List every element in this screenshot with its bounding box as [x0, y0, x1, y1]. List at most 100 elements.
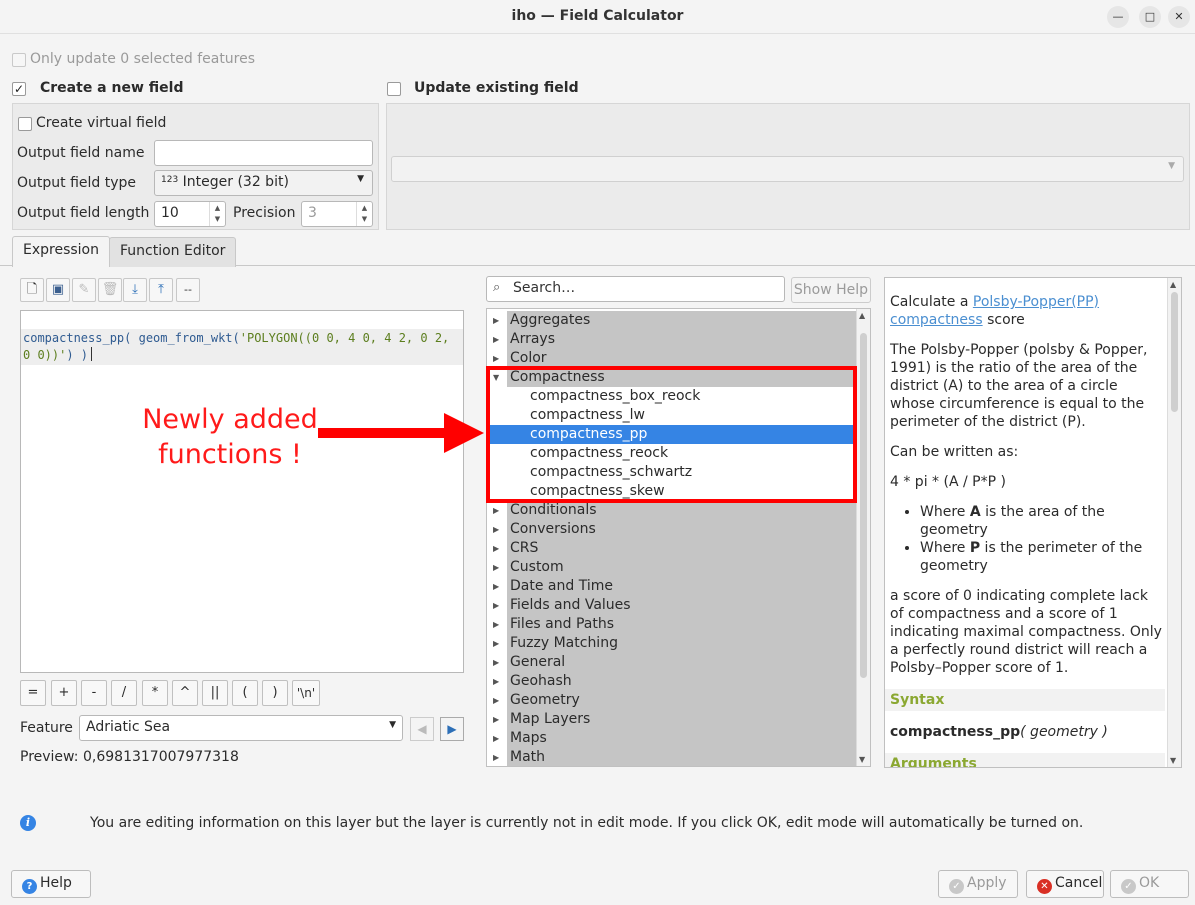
- tree-group-item[interactable]: ▶ Files and Paths: [487, 615, 857, 634]
- tab-expression[interactable]: Expression: [12, 236, 110, 267]
- tree-group-item[interactable]: ▶ Aggregates: [487, 311, 857, 330]
- help-syntax-heading: Syntax: [885, 689, 1165, 711]
- tree-group-item[interactable]: ▶ Custom: [487, 558, 857, 577]
- output-name-input[interactable]: [154, 140, 373, 166]
- operator-minus-button[interactable]: -: [81, 680, 107, 706]
- output-type-select[interactable]: 123 Integer (32 bit) ▼: [154, 170, 373, 196]
- tree-item-label: Custom: [510, 559, 564, 575]
- existing-field-select[interactable]: ▼: [391, 156, 1184, 182]
- close-icon[interactable]: ✕: [1168, 6, 1190, 28]
- tree-group-item[interactable]: ▶ Conversions: [487, 520, 857, 539]
- save-icon[interactable]: ▣: [46, 278, 70, 302]
- show-help-button[interactable]: Show Help: [791, 277, 871, 303]
- collapsed-arrow-icon[interactable]: ▶: [493, 691, 499, 710]
- expression-editor[interactable]: compactness_pp( geom_from_wkt('POLYGON((…: [20, 310, 464, 673]
- tree-group-item[interactable]: ▶ Geometry: [487, 691, 857, 710]
- tree-group-item[interactable]: ▶ Arrays: [487, 330, 857, 349]
- window-title: iho — Field Calculator: [511, 8, 684, 24]
- help-scrollbar[interactable]: ▲ ▼: [1167, 278, 1181, 767]
- output-type-label: Output field type: [17, 175, 137, 191]
- collapsed-arrow-icon[interactable]: ▶: [493, 729, 499, 748]
- previous-feature-icon[interactable]: ◀: [410, 717, 434, 741]
- output-name-label: Output field name: [17, 145, 145, 161]
- tree-group-item[interactable]: ▶ Math: [487, 748, 857, 766]
- create-new-field-checkbox[interactable]: ✓: [12, 82, 26, 96]
- tree-group-item[interactable]: ▶ Geohash: [487, 672, 857, 691]
- operator-open-paren-button[interactable]: (: [232, 680, 258, 706]
- collapsed-arrow-icon[interactable]: ▶: [493, 311, 499, 330]
- operator-plus-button[interactable]: +: [51, 680, 77, 706]
- collapsed-arrow-icon[interactable]: ▶: [493, 558, 499, 577]
- cancel-button[interactable]: ✕ Cancel: [1026, 870, 1104, 898]
- precision-value: 3: [308, 205, 317, 221]
- output-length-label: Output field length: [17, 205, 150, 221]
- help-syntax: compactness_pp( geometry ): [890, 724, 1108, 740]
- help-intro-post: score: [982, 312, 1025, 328]
- create-virtual-checkbox[interactable]: [18, 117, 32, 131]
- create-new-field-label: Create a new field: [40, 80, 184, 96]
- minimize-icon[interactable]: —: [1107, 6, 1129, 28]
- spin-arrows-icon[interactable]: ▲ ▼: [356, 202, 372, 226]
- tree-item-label: Arrays: [510, 331, 556, 347]
- operator-divide-button[interactable]: /: [111, 680, 137, 706]
- tree-scrollbar[interactable]: ▲ ▼: [856, 309, 870, 766]
- tree-group-item[interactable]: ▶ Maps: [487, 729, 857, 748]
- more-options-icon[interactable]: --: [176, 278, 200, 302]
- preview-label: Preview:: [20, 749, 79, 765]
- tree-group-item[interactable]: ▶ CRS: [487, 539, 857, 558]
- edit-icon[interactable]: ✎: [72, 278, 96, 302]
- maximize-icon[interactable]: □: [1139, 6, 1161, 28]
- next-feature-icon[interactable]: ▶: [440, 717, 464, 741]
- collapsed-arrow-icon[interactable]: ▶: [493, 653, 499, 672]
- help-button[interactable]: ? Help: [11, 870, 91, 898]
- tree-group-item[interactable]: ▶ Conditionals: [487, 501, 857, 520]
- operator-concat-button[interactable]: ||: [202, 680, 228, 706]
- scroll-thumb[interactable]: [1171, 292, 1178, 412]
- scroll-up-icon[interactable]: ▲: [1170, 280, 1176, 289]
- operator-equals-button[interactable]: =: [20, 680, 46, 706]
- scroll-down-icon[interactable]: ▼: [1170, 756, 1176, 765]
- expression-code[interactable]: compactness_pp( geom_from_wkt('POLYGON((…: [21, 329, 463, 365]
- operator-newline-button[interactable]: '\n': [292, 680, 320, 706]
- collapsed-arrow-icon[interactable]: ▶: [493, 672, 499, 691]
- export-icon[interactable]: ⤒: [149, 278, 173, 302]
- precision-label: Precision: [233, 205, 296, 221]
- delete-icon[interactable]: 🗑: [98, 278, 122, 302]
- search-input[interactable]: ⌕ Search…: [486, 276, 785, 302]
- collapsed-arrow-icon[interactable]: ▶: [493, 577, 499, 596]
- operator-power-button[interactable]: ^: [172, 680, 198, 706]
- apply-button[interactable]: ✓ Apply: [938, 870, 1018, 898]
- feature-select[interactable]: Adriatic Sea ▼: [79, 715, 403, 741]
- output-length-spinbox[interactable]: 10 ▲ ▼: [154, 201, 226, 227]
- update-existing-checkbox[interactable]: [387, 82, 401, 96]
- tree-group-item[interactable]: ▶ General: [487, 653, 857, 672]
- import-icon[interactable]: ⤓: [123, 278, 147, 302]
- tree-group-item[interactable]: ▶ Fuzzy Matching: [487, 634, 857, 653]
- collapsed-arrow-icon[interactable]: ▶: [493, 596, 499, 615]
- tree-group-item[interactable]: ▶ Date and Time: [487, 577, 857, 596]
- new-file-icon[interactable]: 🗋: [20, 278, 44, 302]
- precision-spinbox[interactable]: 3 ▲ ▼: [301, 201, 373, 227]
- row-background: [507, 330, 857, 349]
- operator-multiply-button[interactable]: *: [142, 680, 168, 706]
- collapsed-arrow-icon[interactable]: ▶: [493, 520, 499, 539]
- ok-button[interactable]: ✓ OK: [1110, 870, 1189, 898]
- collapsed-arrow-icon[interactable]: ▶: [493, 501, 499, 520]
- tree-item-label: Maps: [510, 730, 547, 746]
- only-update-checkbox[interactable]: [12, 53, 26, 67]
- collapsed-arrow-icon[interactable]: ▶: [493, 539, 499, 558]
- spin-arrows-icon[interactable]: ▲ ▼: [209, 202, 225, 226]
- collapsed-arrow-icon[interactable]: ▶: [493, 615, 499, 634]
- scroll-up-icon[interactable]: ▲: [859, 311, 865, 320]
- collapsed-arrow-icon[interactable]: ▶: [493, 330, 499, 349]
- operator-close-paren-button[interactable]: ): [262, 680, 288, 706]
- collapsed-arrow-icon[interactable]: ▶: [493, 634, 499, 653]
- tree-group-item[interactable]: ▶ Map Layers: [487, 710, 857, 729]
- collapsed-arrow-icon[interactable]: ▶: [493, 748, 499, 766]
- tab-function-editor[interactable]: Function Editor: [109, 237, 237, 267]
- tree-group-item[interactable]: ▶ Fields and Values: [487, 596, 857, 615]
- collapsed-arrow-icon[interactable]: ▶: [493, 710, 499, 729]
- annotation-text: Newly added functions !: [130, 402, 330, 472]
- scroll-thumb[interactable]: [860, 333, 867, 678]
- scroll-down-icon[interactable]: ▼: [859, 755, 865, 764]
